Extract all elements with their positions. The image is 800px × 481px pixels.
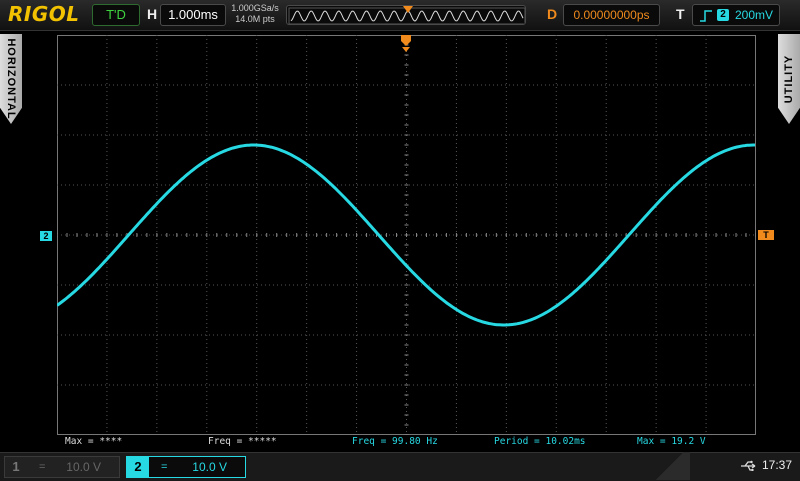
horizontal-tab-label: HORIZONTAL bbox=[5, 38, 17, 120]
measurement-item: Freq = ***** bbox=[208, 436, 277, 447]
usb-icon bbox=[741, 460, 756, 471]
top-status-bar: RIGOL T'D H 1.000ms 1.000GSa/s 14.0M pts… bbox=[0, 0, 800, 31]
memory-overview[interactable] bbox=[286, 5, 526, 25]
memory-overview-waveform bbox=[288, 6, 525, 24]
horizontal-label: H bbox=[147, 6, 158, 22]
waveform-display[interactable] bbox=[57, 35, 756, 435]
brand-logo: RIGOL bbox=[8, 2, 80, 26]
memory-depth: 14.0M pts bbox=[235, 14, 275, 24]
measurement-item: Max = **** bbox=[65, 436, 123, 447]
acquisition-info: 1.000GSa/s 14.0M pts bbox=[230, 3, 280, 25]
channel-1-scale: 10.0 V bbox=[66, 460, 101, 474]
horizontal-menu-tab[interactable]: HORIZONTAL bbox=[0, 34, 22, 124]
delay-label: D bbox=[547, 6, 558, 22]
trigger-level-marker[interactable]: T bbox=[758, 230, 774, 240]
trigger-position-marker bbox=[401, 35, 411, 52]
system-clock: 17:37 bbox=[762, 458, 793, 472]
delay-value[interactable]: 0.00000000ps bbox=[563, 4, 660, 26]
run-state-indicator[interactable]: T'D bbox=[92, 4, 140, 26]
trigger-label: T bbox=[676, 6, 685, 22]
timebase-value[interactable]: 1.000ms bbox=[160, 4, 226, 26]
channel-2-number: 2 bbox=[127, 457, 149, 477]
rising-edge-icon bbox=[700, 10, 712, 22]
utility-tab-label: UTILITY bbox=[783, 54, 795, 104]
ch2-offset-marker[interactable]: 2 bbox=[40, 231, 52, 241]
utility-menu-tab[interactable]: UTILITY bbox=[778, 34, 800, 124]
channel-2-button[interactable]: 2 = 10.0 V bbox=[126, 456, 246, 478]
measurement-item: Max = 19.2 V bbox=[637, 436, 706, 447]
status-bar-divider bbox=[650, 452, 690, 480]
channel-1-button[interactable]: 1 = 10.0 V bbox=[4, 456, 120, 478]
sample-rate: 1.000GSa/s bbox=[231, 3, 279, 13]
channel-2-coupling: = bbox=[161, 461, 168, 473]
graticule bbox=[57, 35, 756, 435]
channel-2-scale: 10.0 V bbox=[192, 460, 227, 474]
trigger-source-badge: 2 bbox=[717, 9, 729, 21]
measurement-item: Freq = 99.80 Hz bbox=[352, 436, 438, 447]
channel-1-number: 1 bbox=[12, 459, 20, 474]
trigger-settings[interactable]: 2 200mV bbox=[692, 4, 780, 26]
measurement-item: Period = 10.02ms bbox=[494, 436, 586, 447]
measurement-bar: Max = **** Freq = ***** Freq = 99.80 Hz … bbox=[57, 436, 756, 450]
channel-1-coupling: = bbox=[39, 461, 46, 473]
trigger-level: 200mV bbox=[735, 8, 774, 22]
